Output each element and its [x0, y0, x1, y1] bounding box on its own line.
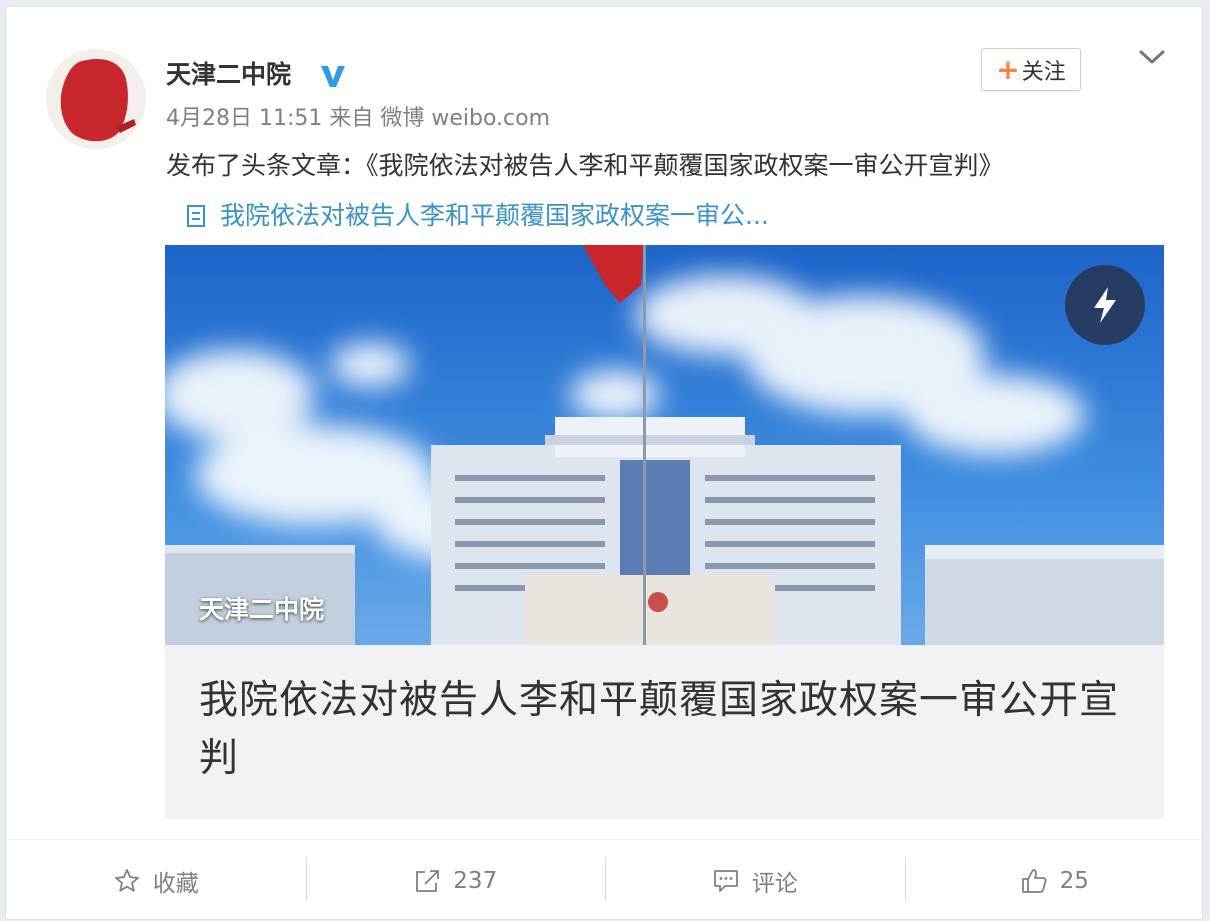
article-cover-image [165, 245, 1164, 645]
comment-label: 评论 [751, 870, 798, 897]
like-button[interactable]: 25 [904, 840, 1205, 921]
repost-count: 237 [453, 867, 498, 894]
share-icon [416, 869, 440, 892]
article-link-text: 我院依法对被告人李和平颠覆国家政权案一审公... [220, 201, 769, 230]
chevron-down-icon[interactable] [1136, 43, 1168, 71]
post-meta: 4月28日 11:51 来自 微博 weibo.com [166, 105, 550, 133]
avatar[interactable] [46, 49, 146, 149]
comment-button[interactable]: 评论 [605, 840, 905, 921]
lightning-icon [1094, 287, 1116, 323]
repost-button[interactable]: 237 [305, 840, 606, 921]
article-link[interactable]: 我院依法对被告人李和平颠覆国家政权案一审公... [186, 199, 769, 233]
weibo-post-card: 天津二中院 4月28日 11:51 来自 微博 weibo.com + 关注 发… [5, 6, 1204, 921]
article-card[interactable]: 天津二中院 我院依法对被告人李和平颠覆国家政权案一审公开宣判 [165, 245, 1164, 819]
follow-label: 关注 [1021, 59, 1066, 85]
flash-badge [1065, 265, 1145, 345]
thumbs-up-icon [1021, 868, 1047, 893]
article-title: 我院依法对被告人李和平颠覆国家政权案一审公开宣判 [199, 678, 1120, 781]
user-name[interactable]: 天津二中院 [166, 59, 291, 91]
plus-icon: + [996, 52, 1020, 86]
follow-button[interactable]: + 关注 [981, 48, 1081, 91]
favorite-label: 收藏 [152, 870, 199, 897]
document-icon [187, 205, 205, 227]
post-time[interactable]: 4月28日 11:51 [166, 106, 322, 131]
verified-v-icon [321, 66, 345, 87]
post-text: 发布了头条文章：《我院依法对被告人李和平颠覆国家政权案一审公开宣判》 [166, 151, 1004, 180]
like-count: 25 [1059, 867, 1089, 894]
action-bar: 收藏 237 评论 25 [6, 839, 1204, 921]
cover-source-label: 天津二中院 [199, 595, 325, 624]
comment-icon [713, 869, 738, 892]
star-icon [114, 868, 139, 892]
favorite-button[interactable]: 收藏 [6, 840, 306, 921]
post-source[interactable]: 来自 微博 weibo.com [329, 106, 550, 131]
